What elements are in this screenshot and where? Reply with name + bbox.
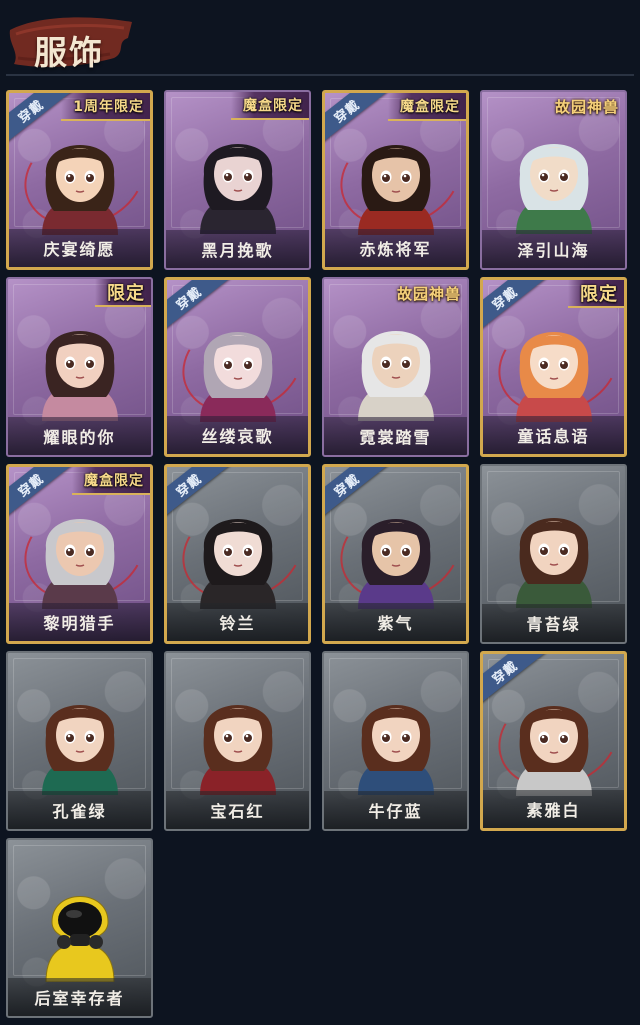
name-bar: 宝石红 [166, 791, 309, 829]
costume-card[interactable]: 宝石红 [164, 651, 311, 831]
character-portrait [348, 489, 444, 609]
name-bar: 牛仔蓝 [324, 791, 467, 829]
section-header: 服饰 [6, 8, 136, 78]
name-bar: 霓裳踏雪 [324, 417, 467, 455]
limited-tag: 1周年限定 [61, 93, 150, 121]
name-bar: 青苔绿 [482, 604, 625, 642]
costume-card[interactable]: 穿戴 铃兰 [164, 464, 311, 644]
character-portrait [32, 489, 128, 609]
costume-name: 宝石红 [210, 802, 265, 821]
name-bar: 紫气 [325, 603, 466, 641]
character-portrait [506, 488, 602, 608]
limited-tag: 故园神兽 [554, 98, 619, 116]
character-portrait [32, 862, 128, 983]
costume-name: 紫气 [377, 614, 414, 633]
costume-card[interactable]: 牛仔蓝 [322, 651, 469, 831]
name-bar: 丝缕哀歌 [167, 416, 308, 454]
name-bar: 耀眼的你 [8, 417, 151, 455]
costume-card[interactable]: 故园神兽霓裳踏雪 [322, 277, 469, 457]
limited-tag: 魔盒限定 [231, 92, 309, 120]
character-portrait [190, 114, 286, 234]
costume-name: 赤炼将军 [359, 240, 432, 259]
limited-tag: 故园神兽 [396, 285, 461, 303]
costume-card[interactable]: 魔盒限定 穿戴 赤炼将军 [322, 90, 469, 270]
name-bar: 孔雀绿 [8, 791, 151, 829]
costume-card[interactable]: 穿戴 紫气 [322, 464, 469, 644]
name-bar: 铃兰 [167, 603, 308, 641]
name-bar: 素雅白 [483, 790, 624, 828]
costume-card[interactable]: 限定 穿戴 童话息语 [480, 277, 627, 457]
character-portrait [348, 301, 444, 421]
limited-tag: 限定 [568, 280, 624, 308]
character-portrait [32, 675, 128, 795]
costume-card[interactable]: 后室幸存者 [6, 838, 153, 1018]
costume-card[interactable]: 魔盒限定黑月挽歌 [164, 90, 311, 270]
costume-name: 素雅白 [526, 801, 581, 820]
costume-name: 庆宴绮愿 [43, 240, 116, 259]
costume-card[interactable]: 穿戴 丝缕哀歌 [164, 277, 311, 457]
name-bar: 黑月挽歌 [166, 230, 309, 268]
costume-name: 牛仔蓝 [368, 802, 423, 821]
costume-card[interactable]: 故园神兽泽引山海 [480, 90, 627, 270]
character-portrait [32, 115, 128, 235]
character-portrait [190, 675, 286, 795]
costume-name: 耀眼的你 [43, 428, 116, 447]
costume-name: 童话息语 [517, 427, 590, 446]
costume-page: 服饰 1周年限定 穿戴 庆宴绮愿 魔盒限定 黑月挽歌 魔盒限定 穿戴 赤炼将军 … [0, 0, 640, 1025]
name-bar: 庆宴绮愿 [9, 229, 150, 267]
limited-tag: 魔盒限定 [72, 467, 150, 495]
name-bar: 泽引山海 [482, 230, 625, 268]
character-portrait [32, 301, 128, 421]
limited-tag: 魔盒限定 [388, 93, 466, 121]
header-divider [6, 74, 634, 76]
name-bar: 赤炼将军 [325, 229, 466, 267]
character-portrait [348, 675, 444, 795]
costume-card[interactable]: 孔雀绿 [6, 651, 153, 831]
limited-tag: 限定 [95, 279, 151, 307]
costume-name: 霓裳踏雪 [359, 428, 432, 447]
name-bar: 童话息语 [483, 416, 624, 454]
character-portrait [506, 302, 602, 422]
character-portrait [190, 489, 286, 609]
costume-card[interactable]: 1周年限定 穿戴 庆宴绮愿 [6, 90, 153, 270]
costume-name: 黎明猎手 [43, 614, 116, 633]
character-portrait [190, 302, 286, 422]
name-bar: 黎明猎手 [9, 603, 150, 641]
costume-card[interactable]: 魔盒限定 穿戴 黎明猎手 [6, 464, 153, 644]
character-portrait [506, 114, 602, 234]
costume-name: 青苔绿 [526, 615, 581, 634]
costume-card[interactable]: 限定耀眼的你 [6, 277, 153, 457]
costume-name: 后室幸存者 [34, 989, 125, 1008]
costume-name: 泽引山海 [517, 241, 590, 260]
costume-card[interactable]: 青苔绿 [480, 464, 627, 644]
costume-grid: 1周年限定 穿戴 庆宴绮愿 魔盒限定 黑月挽歌 魔盒限定 穿戴 赤炼将军 故园神… [6, 90, 634, 1018]
costume-name: 丝缕哀歌 [201, 427, 274, 446]
character-portrait [348, 115, 444, 235]
costume-name: 孔雀绿 [52, 802, 107, 821]
name-bar: 后室幸存者 [8, 978, 151, 1016]
page-title: 服饰 [34, 33, 104, 72]
costume-card[interactable]: 穿戴 素雅白 [480, 651, 627, 831]
costume-name: 黑月挽歌 [201, 241, 274, 260]
character-portrait [506, 676, 602, 796]
costume-name: 铃兰 [219, 614, 256, 633]
